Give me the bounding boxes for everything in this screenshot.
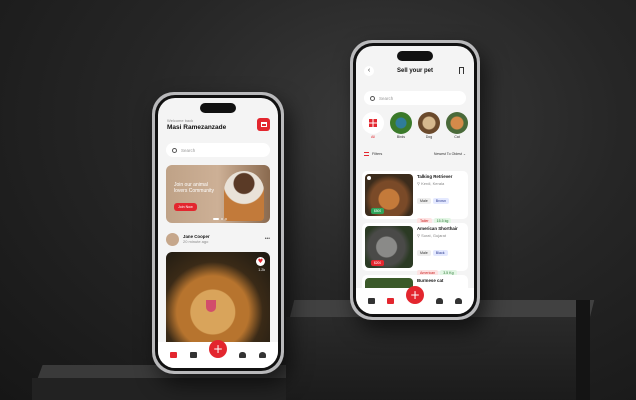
like-heart-icon[interactable]: ♥ xyxy=(256,257,265,266)
search-input[interactable]: Search xyxy=(166,143,270,157)
listing-location-text: Surat, Gujarat xyxy=(421,233,446,238)
post-time: 20 minute ago xyxy=(183,239,209,244)
category-label: All xyxy=(371,135,375,139)
bell-icon[interactable] xyxy=(239,352,247,358)
welcome-text: Welcome back xyxy=(167,118,194,123)
gender-tag: Male xyxy=(417,198,431,204)
chevron-down-icon: ⌄ xyxy=(462,152,466,156)
banner-text: Join our animal lovers Community xyxy=(174,182,215,194)
listing-location: ⚲ Surat, Gujarat xyxy=(417,233,465,238)
filters-button[interactable]: Filters xyxy=(364,152,382,156)
home-screen: Welcome back Masi Ramezanzade Search Joi… xyxy=(158,98,278,368)
category-row: All Birds Dog Cat xyxy=(362,112,468,139)
pedestal-right-front xyxy=(286,317,576,400)
dog-tongue xyxy=(206,300,216,312)
location-pin-icon: ⚲ xyxy=(417,181,420,186)
location-pin-icon: ⚲ xyxy=(417,233,420,238)
listing-name: Talking Retriever xyxy=(417,174,453,179)
store-icon xyxy=(260,122,267,127)
category-dog[interactable]: Dog xyxy=(418,112,440,139)
pedestal-left-front xyxy=(32,378,328,400)
dynamic-island xyxy=(200,103,236,113)
price-badge: $200 xyxy=(371,260,385,266)
price-badge: $500 xyxy=(371,208,385,214)
cat-image xyxy=(446,112,468,134)
bookmark-icon[interactable] xyxy=(459,67,464,74)
filters-label: Filters xyxy=(372,152,383,156)
community-banner[interactable]: Join our animal lovers Community Join No… xyxy=(166,165,270,223)
dynamic-island xyxy=(397,51,433,61)
shop-icon[interactable] xyxy=(189,352,197,358)
shop-icon[interactable] xyxy=(387,298,394,304)
category-all[interactable]: All xyxy=(362,112,384,139)
bottom-nav: + xyxy=(356,286,474,314)
join-now-button[interactable]: Join Now xyxy=(174,203,197,211)
listing-location-text: Kerdi, Kerala xyxy=(421,181,445,186)
filter-icon xyxy=(364,152,369,156)
listing-card[interactable]: $500 Talking Retriever ⚲ Kerdi, Kerala M… xyxy=(362,171,468,224)
page-title: Sell your pet xyxy=(396,68,433,74)
gender-tag: Male xyxy=(417,250,431,256)
add-button[interactable]: + xyxy=(406,286,424,304)
sort-label: Newest To Oldest xyxy=(433,152,462,156)
search-icon xyxy=(172,147,177,153)
listing-card[interactable]: $200 American Shorthair ⚲ Surat, Gujarat… xyxy=(362,223,468,276)
sort-dropdown[interactable]: Newest To Oldest ⌄ xyxy=(434,152,466,156)
home-icon[interactable] xyxy=(170,352,178,358)
dog-image xyxy=(418,112,440,134)
category-cat[interactable]: Cat xyxy=(446,112,468,139)
sell-screen: ‹ Sell your pet Search All Birds Dog Cat… xyxy=(356,46,474,314)
search-icon xyxy=(370,95,375,101)
birds-image xyxy=(390,112,412,134)
search-placeholder: Search xyxy=(379,95,394,101)
color-tag: Black xyxy=(432,250,448,256)
favorite-icon[interactable] xyxy=(367,176,371,180)
bottom-nav: + xyxy=(158,340,278,368)
category-birds[interactable]: Birds xyxy=(390,112,412,139)
bell-icon[interactable] xyxy=(436,298,443,304)
listing-image: $200 xyxy=(365,226,413,268)
add-button[interactable]: + xyxy=(208,340,227,358)
post-menu-icon[interactable]: ••• xyxy=(265,236,270,242)
user-name: Masi Ramezanzade xyxy=(167,124,227,131)
banner-image xyxy=(224,171,264,221)
profile-icon[interactable] xyxy=(258,352,266,358)
phone-home: Welcome back Masi Ramezanzade Search Joi… xyxy=(152,92,284,374)
post-header: Jane Cooper 20 minute ago ••• xyxy=(166,231,270,247)
phone-sell: ‹ Sell your pet Search All Birds Dog Cat… xyxy=(350,40,480,320)
listing-name: American Shorthair xyxy=(417,226,458,231)
filter-bar: Filters Newest To Oldest ⌄ xyxy=(364,152,466,156)
profile-icon[interactable] xyxy=(455,298,462,304)
listing-location: ⚲ Kerdi, Kerala xyxy=(417,181,465,186)
grid-icon xyxy=(369,119,377,127)
avatar[interactable] xyxy=(166,232,179,246)
search-input[interactable]: Search xyxy=(364,91,466,105)
post-image[interactable]: ♥ 1.2k xyxy=(166,252,270,352)
listing-image: $500 xyxy=(365,174,413,216)
color-tag: Brown xyxy=(432,198,449,204)
category-label: Dog xyxy=(425,135,433,139)
like-count: 1.2k xyxy=(258,268,265,272)
category-label: Cat xyxy=(454,135,460,139)
store-button[interactable] xyxy=(257,118,270,131)
banner-pager xyxy=(212,218,227,220)
category-label: Birds xyxy=(396,135,406,139)
pedestal-right-side xyxy=(576,300,590,400)
search-placeholder: Search xyxy=(181,147,196,153)
home-icon[interactable] xyxy=(368,298,375,304)
